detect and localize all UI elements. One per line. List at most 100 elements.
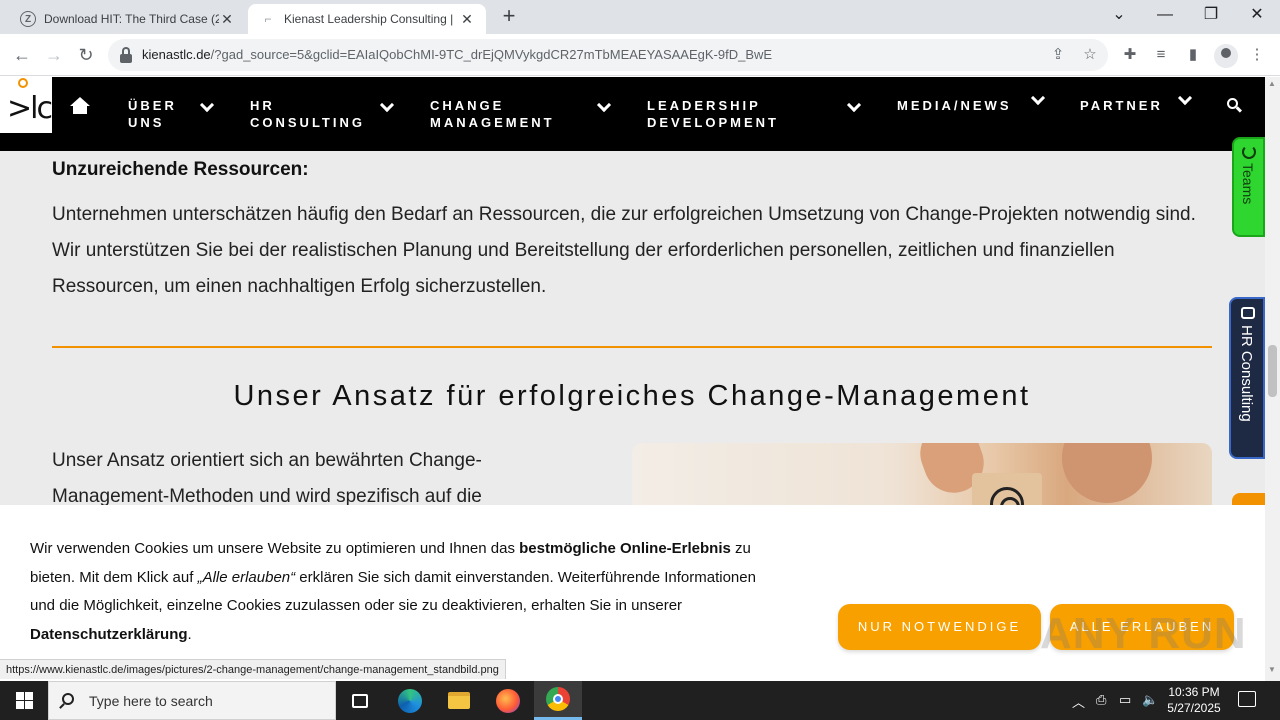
tab-title: Kienast Leadership Consulting | [284, 12, 454, 26]
scroll-thumb[interactable] [1268, 345, 1277, 397]
tab-strip: Z Download HIT: The Third Case (2 ✕ ⌐ Ki… [0, 0, 1280, 34]
lock-icon[interactable] [120, 47, 132, 63]
new-tab-button[interactable]: + [498, 5, 520, 28]
nav-label-line1: CHANGE [430, 98, 505, 113]
content-paragraph: Unternehmen unterschätzen häufig den Bed… [52, 204, 1196, 297]
cookie-text-part: . [187, 626, 192, 644]
tab-title: Download HIT: The Third Case (2 [44, 12, 219, 26]
tab-favicon-icon: ⌐ [264, 12, 272, 26]
nav-item-leadership-development[interactable]: LEADERSHIP DEVELOPMENT [647, 97, 779, 131]
tray-chevron-up-icon[interactable]: ︿ [1072, 692, 1085, 711]
cookie-text: Wir verwenden Cookies um unsere Website … [30, 535, 770, 650]
volume-icon[interactable]: 🔈 [1142, 692, 1158, 708]
windows-start-icon[interactable] [0, 681, 48, 720]
notification-icon[interactable] [1238, 691, 1256, 707]
cookie-text-italic: „Alle erlauben“ [197, 568, 296, 586]
nav-item-hr-consulting[interactable]: HR CONSULTING [250, 97, 365, 131]
file-explorer-icon[interactable] [435, 681, 483, 720]
chevron-down-icon[interactable] [379, 97, 395, 113]
home-icon[interactable] [70, 97, 90, 115]
nav-label-line1: PARTNER [1080, 98, 1163, 113]
task-view-icon[interactable] [336, 681, 384, 720]
scroll-down-arrow-icon[interactable]: ▼ [1268, 665, 1276, 674]
url-domain: kienastlc.de [142, 47, 211, 62]
teams-side-tab[interactable]: Teams [1232, 137, 1265, 237]
address-bar[interactable]: kienastlc.de/?gad_source=5&gclid=EAIaIQo… [108, 39, 1108, 71]
clock-time: 10:36 PM [1168, 685, 1220, 699]
content-heading: Unzureichende Ressourcen: [52, 159, 309, 180]
extensions-puzzle-icon[interactable]: ✚ [1119, 44, 1141, 66]
finger-shape [1062, 443, 1152, 503]
nav-label-line2: CONSULTING [250, 115, 365, 130]
tab-kienast[interactable]: ⌐ Kienast Leadership Consulting | ✕ [248, 4, 486, 34]
browser-toolbar: ← → ↻ kienastlc.de/?gad_source=5&gclid=E… [0, 34, 1280, 76]
taskbar-clock[interactable]: 10:36 PM 5/27/2025 [1160, 684, 1228, 716]
edge-icon[interactable] [386, 681, 434, 720]
back-arrow-icon[interactable]: ← [10, 43, 34, 67]
url-path: /?gad_source=5&gclid=EAIaIQobChMI-9TC_dr… [210, 47, 773, 62]
cookie-text-bold: bestmögliche Online-Erlebnis [519, 540, 731, 557]
refresh-icon [1242, 145, 1256, 159]
anyrun-watermark: ANY RUN [1040, 609, 1247, 658]
nav-label-line2: MANAGEMENT [430, 115, 555, 130]
nav-label-line1: MEDIA/NEWS [897, 98, 1012, 113]
nav-label-line1: ÜBER [128, 98, 177, 113]
restore-button[interactable]: ❐ [1188, 0, 1234, 30]
privacy-policy-link[interactable]: Datenschutzerklärung [30, 626, 188, 643]
reload-icon[interactable]: ↻ [74, 43, 98, 67]
chevron-down-icon[interactable] [1030, 90, 1046, 106]
nav-item-change-management[interactable]: CHANGE MANAGEMENT [430, 97, 555, 131]
url-text[interactable]: kienastlc.de/?gad_source=5&gclid=EAIaIQo… [142, 47, 772, 62]
chevron-down-icon[interactable] [1177, 90, 1193, 106]
side-panel-icon[interactable]: ▮ [1182, 44, 1204, 66]
site-navigation: >lc ÜBER UNS HR CONSULTING CHANGE MANAGE… [0, 77, 1265, 151]
nav-item-partner[interactable]: PARTNER [1080, 97, 1163, 114]
tray-device-icon[interactable]: ⎙ [1096, 692, 1106, 708]
forward-arrow-icon[interactable]: → [42, 43, 66, 67]
necessary-cookies-button[interactable]: NUR NOTWENDIGE [838, 604, 1041, 650]
nav-label-line1: LEADERSHIP [647, 98, 761, 113]
hr-consulting-side-tab[interactable]: HR Consulting [1229, 297, 1265, 459]
tab-close-icon[interactable]: ✕ [458, 10, 476, 28]
cookie-text-part: Wir verwenden Cookies um unsere Website … [30, 540, 520, 557]
bookmark-star-icon[interactable]: ☆ [1080, 45, 1100, 65]
network-icon[interactable]: ▭ [1119, 692, 1131, 708]
chevron-down-icon[interactable] [846, 97, 862, 113]
nav-label-line2: DEVELOPMENT [647, 115, 779, 130]
page-scrollbar[interactable]: ▲ ▼ [1265, 77, 1280, 681]
search-icon [62, 693, 74, 705]
chevron-down-icon[interactable] [596, 97, 612, 113]
search-placeholder: Type here to search [89, 693, 213, 709]
firefox-icon[interactable] [484, 681, 532, 720]
windows-taskbar: Type here to search ︿ ⎙ ▭ 🔈 10:36 PM 5/2… [0, 681, 1280, 720]
media-queue-icon[interactable]: ≡ [1150, 44, 1172, 66]
page-viewport: >lc ÜBER UNS HR CONSULTING CHANGE MANAGE… [0, 77, 1280, 681]
logo-dot [18, 78, 28, 88]
menu-kebab-icon[interactable]: ⋮ [1246, 44, 1268, 66]
clock-date: 5/27/2025 [1167, 701, 1221, 715]
nav-label-line2: UNS [128, 115, 165, 130]
status-bar-url: https://www.kienastlc.de/images/pictures… [0, 659, 506, 679]
share-icon[interactable]: ⇪ [1048, 45, 1068, 65]
chrome-icon[interactable] [534, 681, 582, 720]
logo-mark: >lc [7, 91, 53, 126]
tab-favicon-icon: Z [20, 11, 36, 27]
taskbar-search-box[interactable]: Type here to search [48, 681, 336, 720]
orange-divider [52, 346, 1212, 348]
nav-label-line1: HR [250, 98, 275, 113]
nav-item-ueber-uns[interactable]: ÜBER UNS [128, 97, 177, 131]
tab-search-chevron-icon[interactable]: ⌄ [1096, 0, 1142, 30]
search-icon[interactable] [1227, 98, 1243, 114]
profile-avatar[interactable] [1214, 44, 1238, 68]
teams-label: Teams [1240, 163, 1256, 205]
scroll-up-arrow-icon[interactable]: ▲ [1268, 79, 1276, 88]
hr-consulting-label: HR Consulting [1238, 325, 1255, 422]
site-logo[interactable]: >lc [0, 77, 53, 133]
tab-close-icon[interactable]: ✕ [218, 10, 236, 28]
hand-pointer-icon [1241, 307, 1255, 319]
minimize-button[interactable]: — [1142, 0, 1188, 30]
nav-item-media-news[interactable]: MEDIA/NEWS [897, 97, 1012, 114]
close-window-button[interactable]: ✕ [1234, 0, 1280, 30]
chevron-down-icon[interactable] [199, 97, 215, 113]
tab-download-hit[interactable]: Z Download HIT: The Third Case (2 ✕ [8, 4, 246, 34]
